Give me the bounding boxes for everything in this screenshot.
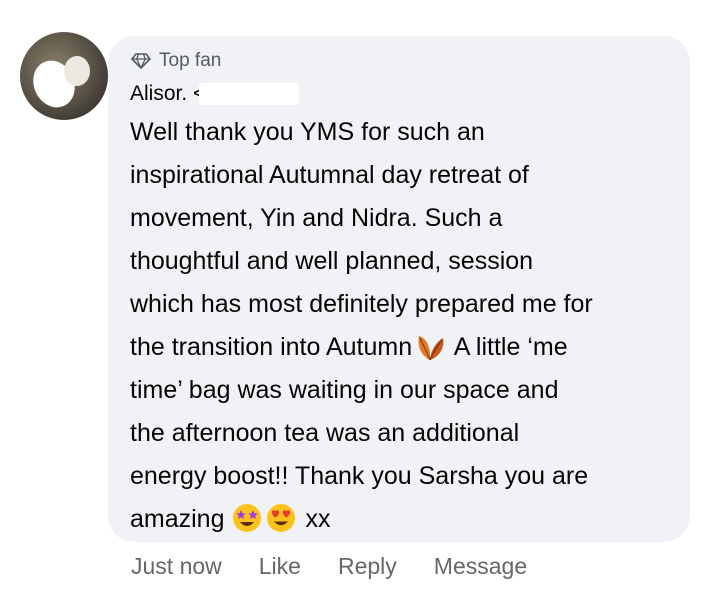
comment-text: Well thank you YMS for such an inspirati…: [130, 111, 680, 541]
message-button[interactable]: Message: [434, 553, 527, 580]
comment-line: the afternoon tea was an additional: [130, 419, 520, 447]
comment-line: thoughtful and well planned, session: [130, 247, 534, 275]
comment-text-fragment: xx: [305, 505, 331, 533]
comment-line: amazing xx: [130, 498, 680, 541]
comment-line: time’ bag was waiting in our space and: [130, 376, 559, 404]
comment-text-fragment: amazing: [130, 505, 225, 533]
avatar-highlight: [64, 56, 90, 86]
comment-line: the transition into Autumn A little ‘me: [130, 326, 680, 369]
heart-eyes-emoji: [266, 504, 295, 532]
comment-text-fragment: the transition into Autumn: [130, 333, 413, 361]
comment-text-fragment: A little ‘me: [448, 333, 568, 361]
comment-actions: Just now Like Reply Message: [131, 553, 527, 580]
like-button[interactable]: Like: [259, 553, 301, 580]
author-name-text[interactable]: Alisor. ˂: [130, 82, 205, 106]
comment-line: which has most definitely prepared me fo…: [130, 290, 593, 318]
comment-line: movement, Yin and Nidra. Such a: [130, 204, 503, 232]
author-name[interactable]: Alisor. ˂: [130, 82, 300, 106]
badge-label: Top fan: [159, 50, 222, 71]
falling-leaf-emoji: [418, 336, 444, 361]
comment-line: Well thank you YMS for such an: [130, 118, 485, 146]
comment-line: energy boost!! Thank you Sarsha you are: [130, 462, 589, 490]
star-struck-emoji: [232, 504, 261, 532]
comment: Top fan Alisor. ˂ Well thank you YMS for…: [0, 0, 712, 600]
top-fan-badge: Top fan: [131, 50, 221, 72]
timestamp-link[interactable]: Just now: [131, 553, 222, 580]
redacted-surname: [199, 83, 300, 105]
diamond-icon: [131, 53, 151, 69]
avatar[interactable]: [20, 32, 108, 120]
reply-button[interactable]: Reply: [338, 553, 397, 580]
comment-line: inspirational Autumnal day retreat of: [130, 161, 529, 189]
